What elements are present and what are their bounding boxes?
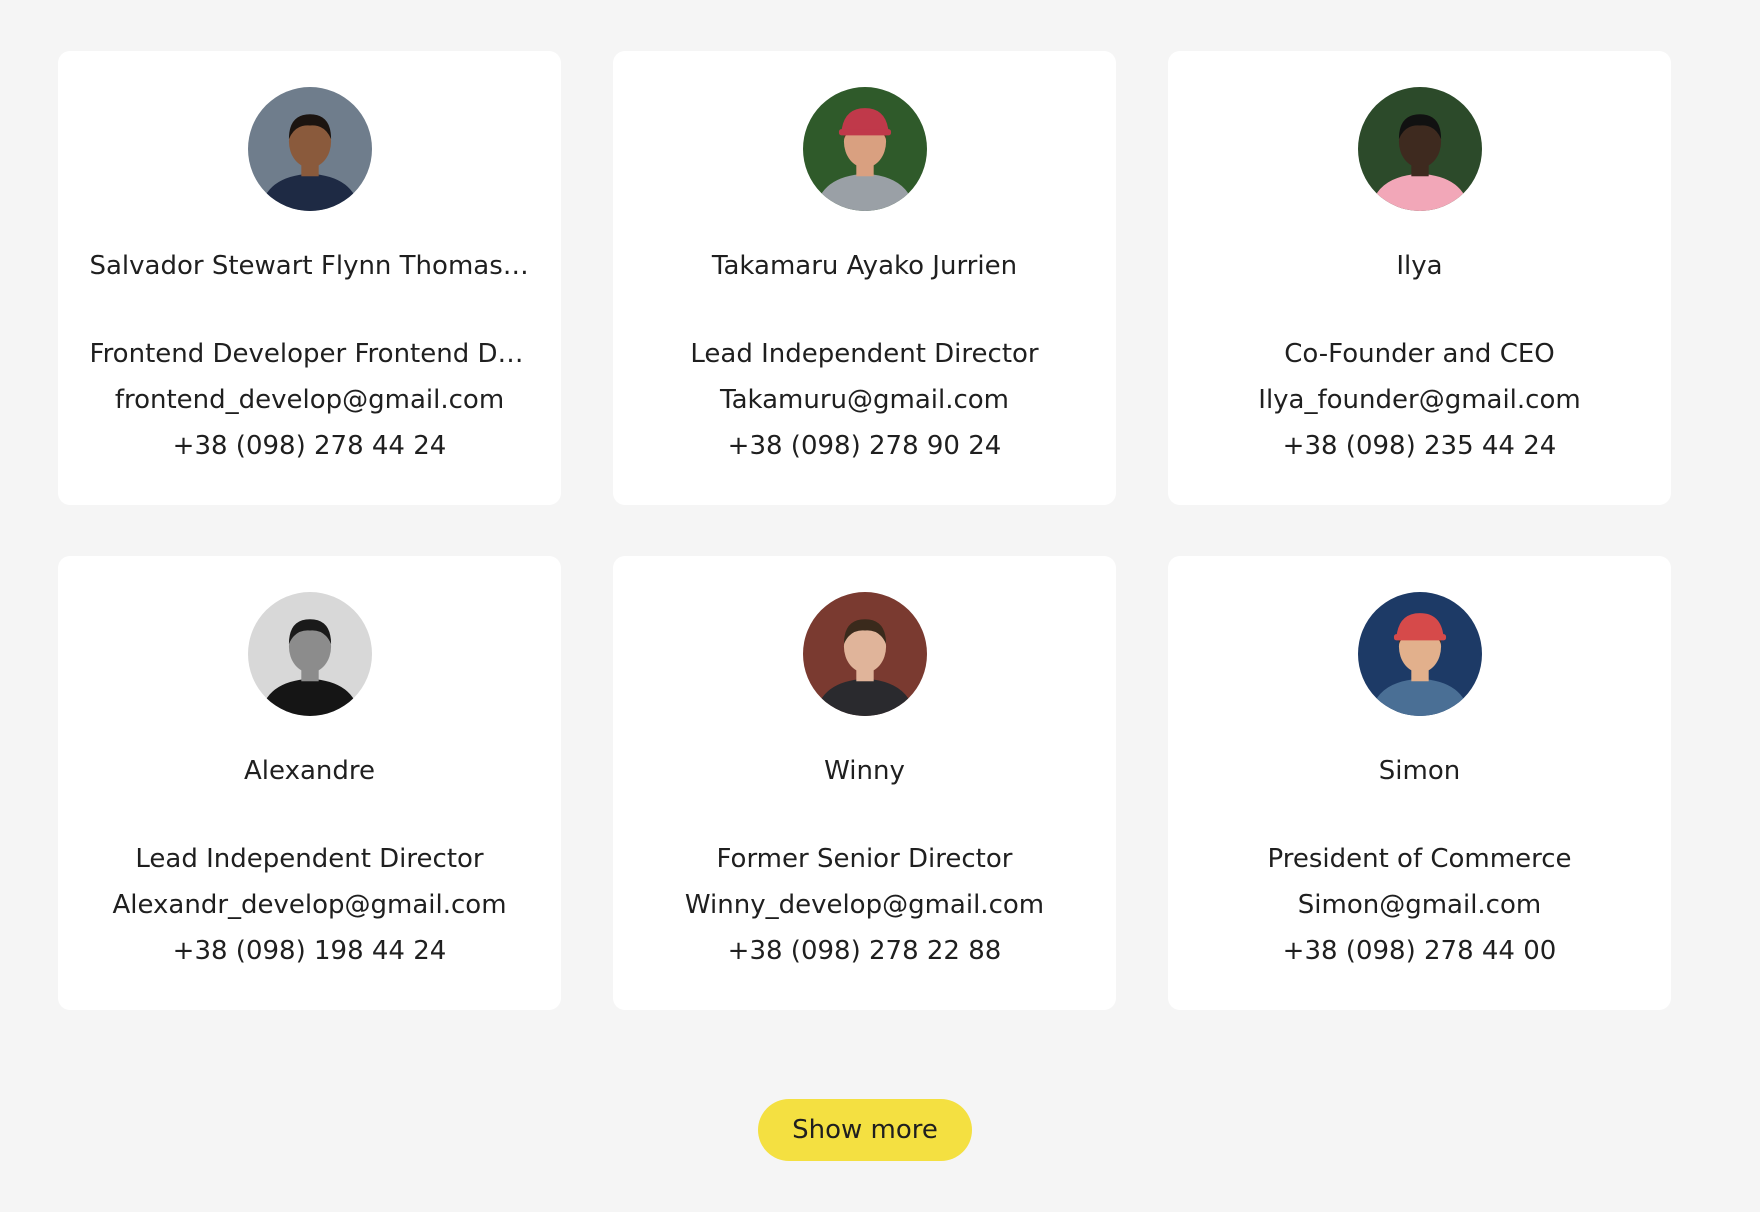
user-email[interactable]: Alexandr_develop@gmail.com xyxy=(80,882,540,928)
avatar xyxy=(247,592,372,716)
user-card: Winny Former Senior Director Winny_devel… xyxy=(613,556,1116,1010)
user-phone[interactable]: +38 (098) 198 44 24 xyxy=(80,928,540,974)
user-position: President of Commerce xyxy=(1267,844,1572,874)
user-email[interactable]: Winny_develop@gmail.com xyxy=(635,882,1095,928)
user-card: Takamaru Ayako Jurrien Lead Independent … xyxy=(613,51,1116,505)
avatar xyxy=(1357,592,1482,716)
avatar xyxy=(802,87,927,211)
user-card: Ilya Co-Founder and CEO Ilya_founder@gma… xyxy=(1168,51,1671,505)
user-phone[interactable]: +38 (098) 278 44 24 xyxy=(80,423,540,469)
user-name: Salvador Stewart Flynn Thomas Salvador S… xyxy=(89,251,530,281)
user-position: Co-Founder and CEO xyxy=(1284,339,1555,369)
avatar xyxy=(247,87,372,211)
user-position: Former Senior Director xyxy=(716,844,1013,874)
user-name: Winny xyxy=(824,756,905,786)
user-email[interactable]: Takamuru@gmail.com xyxy=(635,377,1095,423)
person-photo xyxy=(802,87,927,211)
person-photo xyxy=(247,592,372,716)
user-email[interactable]: Ilya_founder@gmail.com xyxy=(1190,377,1650,423)
user-phone[interactable]: +38 (098) 235 44 24 xyxy=(1190,423,1650,469)
user-name: Takamaru Ayako Jurrien xyxy=(711,251,1018,281)
user-position: Lead Independent Director xyxy=(135,844,484,874)
person-photo xyxy=(247,87,372,211)
user-name: Ilya xyxy=(1396,251,1443,281)
avatar xyxy=(802,592,927,716)
user-card: Simon President of Commerce Simon@gmail.… xyxy=(1168,556,1671,1010)
user-name: Alexandre xyxy=(244,756,375,786)
user-position: Lead Independent Director xyxy=(690,339,1039,369)
page: Salvador Stewart Flynn Thomas Salvador S… xyxy=(0,0,1760,1212)
user-phone[interactable]: +38 (098) 278 90 24 xyxy=(635,423,1095,469)
user-position: Frontend Developer Frontend Developer xyxy=(89,339,530,369)
user-email[interactable]: Simon@gmail.com xyxy=(1190,882,1650,928)
show-more-button[interactable]: Show more xyxy=(758,1099,972,1161)
user-card: Salvador Stewart Flynn Thomas Salvador S… xyxy=(58,51,561,505)
users-grid: Salvador Stewart Flynn Thomas Salvador S… xyxy=(58,51,1671,1010)
person-photo xyxy=(1357,87,1482,211)
user-name: Simon xyxy=(1378,756,1461,786)
person-photo xyxy=(1357,592,1482,716)
avatar xyxy=(1357,87,1482,211)
person-photo xyxy=(802,592,927,716)
user-phone[interactable]: +38 (098) 278 22 88 xyxy=(635,928,1095,974)
user-card: Alexandre Lead Independent Director Alex… xyxy=(58,556,561,1010)
user-phone[interactable]: +38 (098) 278 44 00 xyxy=(1190,928,1650,974)
user-email[interactable]: frontend_develop@gmail.com xyxy=(80,377,540,423)
